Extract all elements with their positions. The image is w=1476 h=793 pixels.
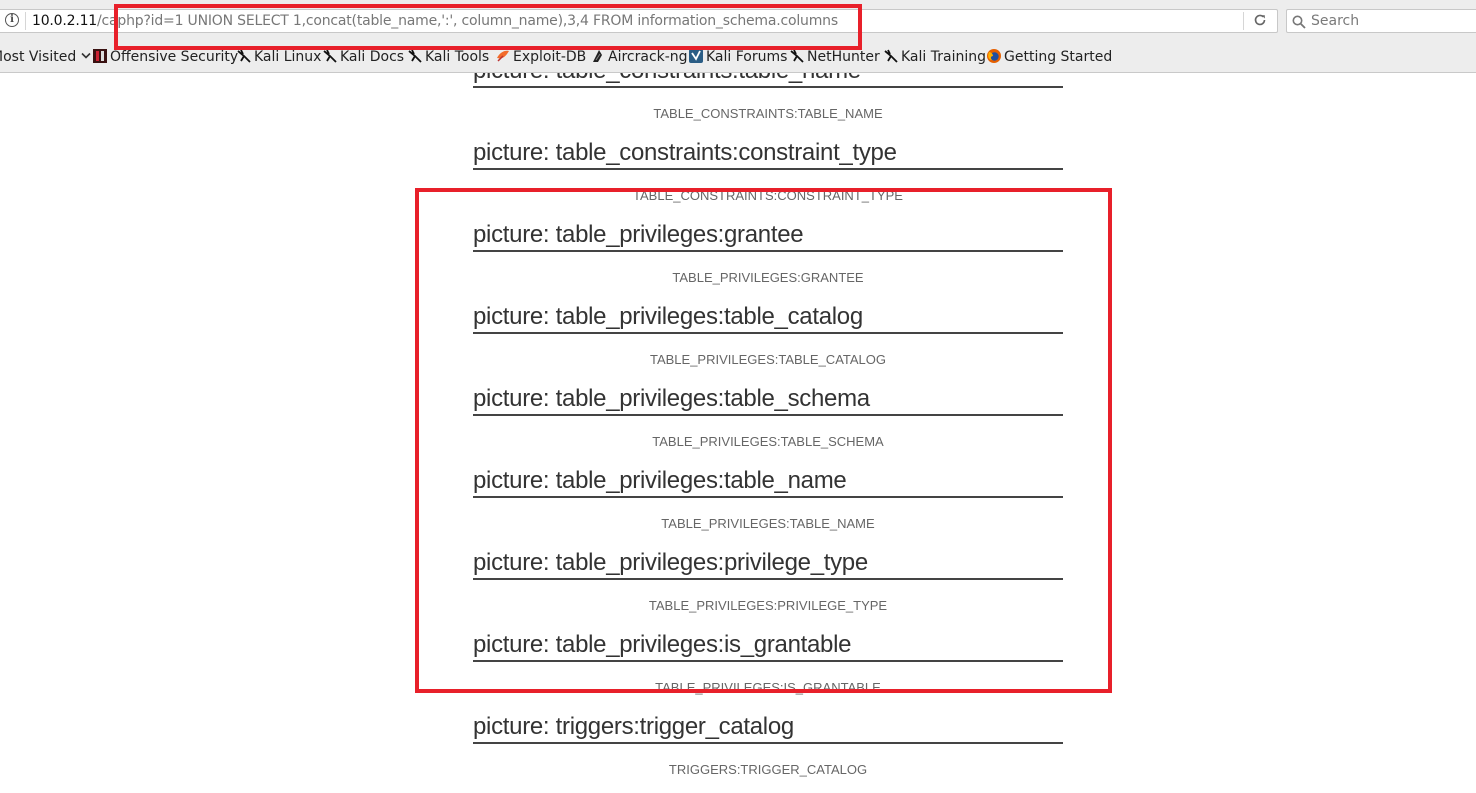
bookmark-label: Kali Tools [425, 49, 490, 65]
bookmark-getting-started[interactable]: Getting Started [986, 47, 1112, 67]
entry-subtitle: TABLE_PRIVILEGES:TABLE_SCHEMA [652, 434, 884, 449]
list-item: picture: triggers:trigger_catalog TRIGGE… [473, 712, 1063, 778]
entry-subtitle: TABLE_PRIVILEGES:GRANTEE [672, 270, 864, 285]
bookmark-label: Kali Docs [340, 49, 405, 65]
search-icon [1292, 14, 1306, 29]
bookmark-kali-tools[interactable]: Kali Tools [407, 47, 489, 67]
bookmarks-toolbar: Most Visited Offensive Security Kali Lin… [0, 41, 1476, 73]
kali-dragon-icon [236, 48, 252, 64]
reload-separator [1243, 12, 1244, 30]
kali-dragon-icon [789, 48, 805, 64]
kali-dragon-icon [883, 48, 899, 64]
entry-title: picture: table_constraints:table_name [473, 73, 1063, 88]
entry-title: picture: table_privileges:table_catalog [473, 302, 1063, 334]
bookmark-label: Exploit-DB [513, 49, 587, 65]
list-item: picture: table_privileges:table_catalog … [473, 302, 1063, 368]
entry-title: picture: table_privileges:grantee [473, 220, 1063, 252]
bookmark-most-visited[interactable]: Most Visited [0, 47, 91, 67]
search-placeholder: Search [1311, 13, 1360, 29]
page-content: picture: table_constraints:table_name TA… [0, 73, 1476, 793]
bookmark-kali-linux[interactable]: Kali Linux [236, 47, 321, 67]
entry-subtitle: TABLE_PRIVILEGES:PRIVILEGE_TYPE [648, 598, 888, 613]
bookmark-label: Offensive Security [110, 49, 239, 65]
search-bar[interactable]: Search [1286, 9, 1476, 33]
bookmark-kali-docs[interactable]: Kali Docs [322, 47, 404, 67]
bookmark-exploit-db[interactable]: Exploit-DB [495, 47, 586, 67]
entry-title: picture: table_privileges:table_schema [473, 384, 1063, 416]
list-item: picture: table_privileges:table_schema T… [473, 384, 1063, 450]
address-bar[interactable]: i 10.0.2.11/caphp?id=1 UNION SELECT 1,co… [0, 9, 1278, 33]
url-separator [25, 12, 26, 30]
reload-icon[interactable] [1252, 13, 1268, 29]
entry-subtitle: TABLE_PRIVILEGES:IS_GRANTABLE [655, 680, 881, 695]
bookmark-kali-training[interactable]: Kali Training [883, 47, 986, 67]
aircrack-icon [590, 48, 606, 64]
bookmark-aircrack-ng[interactable]: Aircrack-ng [590, 47, 688, 67]
info-icon[interactable]: i [5, 13, 19, 27]
entry-subtitle: TABLE_CONSTRAINTS:CONSTRAINT_TYPE [633, 188, 903, 203]
bookmark-offensive-security[interactable]: Offensive Security [92, 47, 238, 67]
url-host: 10.0.2.11 [32, 13, 97, 29]
entry-title: picture: triggers:trigger_catalog [473, 712, 1063, 744]
bookmark-label: Kali Forums [706, 49, 788, 65]
entry-subtitle: TABLE_PRIVILEGES:TABLE_CATALOG [649, 352, 886, 367]
entry-title: picture: table_privileges:table_name [473, 466, 1063, 498]
forums-icon [688, 48, 704, 64]
bookmark-label: Kali Linux [254, 49, 322, 65]
entry-title: picture: table_privileges:privilege_type [473, 548, 1063, 580]
url-text[interactable]: 10.0.2.11/caphp?id=1 UNION SELECT 1,conc… [32, 11, 838, 31]
bookmark-label: Aircrack-ng [608, 49, 688, 65]
navigation-toolbar: i 10.0.2.11/caphp?id=1 UNION SELECT 1,co… [0, 0, 1476, 41]
bookmark-label: Getting Started [1004, 49, 1113, 65]
exploit-db-icon [495, 48, 511, 64]
entry-title: picture: table_constraints:constraint_ty… [473, 138, 1063, 170]
list-item: picture: table_privileges:is_grantable T… [473, 630, 1063, 696]
entry-title: picture: table_privileges:is_grantable [473, 630, 1063, 662]
offsec-icon [92, 48, 108, 64]
list-item: picture: table_constraints:constraint_ty… [473, 138, 1063, 204]
list-item: picture: table_privileges:privilege_type… [473, 548, 1063, 614]
url-query: php?id=1 UNION SELECT 1,concat(table_nam… [117, 13, 838, 29]
list-item: picture: table_privileges:table_name TAB… [473, 466, 1063, 532]
list-item: picture: table_constraints:table_name TA… [473, 73, 1063, 122]
entry-subtitle: TABLE_CONSTRAINTS:TABLE_NAME [653, 106, 883, 121]
list-item: picture: table_privileges:grantee TABLE_… [473, 220, 1063, 286]
entry-subtitle: TABLE_PRIVILEGES:TABLE_NAME [661, 516, 875, 531]
firefox-icon [986, 48, 1002, 64]
bookmark-nethunter[interactable]: NetHunter [789, 47, 880, 67]
bookmark-kali-forums[interactable]: Kali Forums [688, 47, 787, 67]
chevron-down-icon [81, 49, 91, 65]
url-path: /ca [97, 13, 118, 29]
entry-subtitle: TRIGGERS:TRIGGER_CATALOG [668, 762, 868, 777]
kali-dragon-icon [322, 48, 338, 64]
bookmark-label: Kali Training [901, 49, 986, 65]
bookmark-label: Most Visited [0, 49, 77, 65]
bookmark-label: NetHunter [807, 49, 880, 65]
kali-dragon-icon [407, 48, 423, 64]
